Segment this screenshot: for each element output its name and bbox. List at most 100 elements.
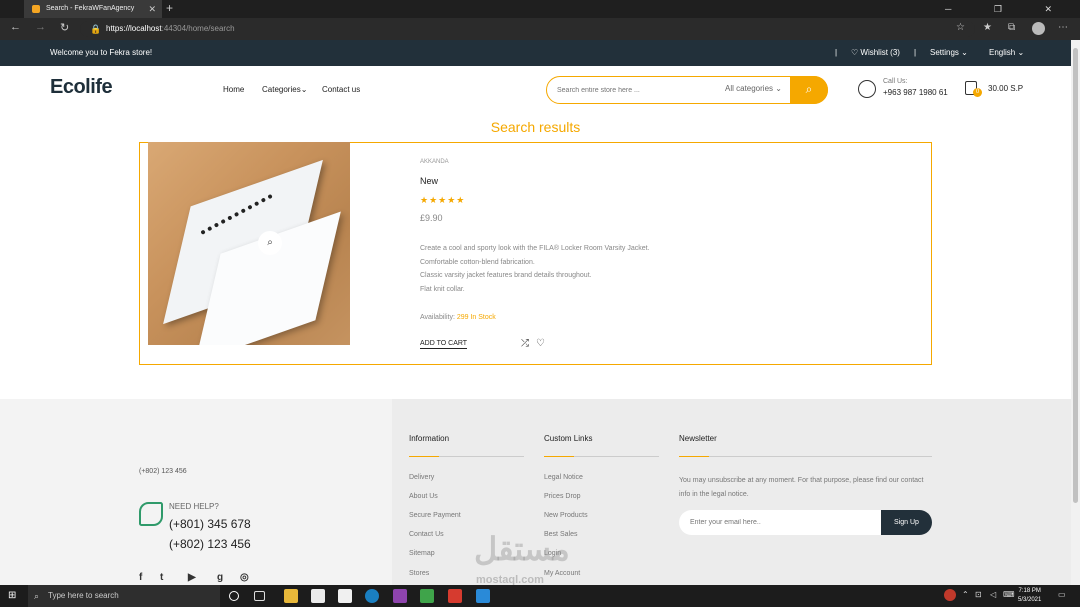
profile-avatar[interactable] — [1032, 22, 1045, 35]
language-dropdown[interactable]: English ⌄ — [989, 40, 1024, 66]
nav-categories-label: Categories — [262, 85, 301, 94]
call-number[interactable]: +963 987 1980 61 — [883, 88, 948, 97]
product-image[interactable]: ⌕ — [148, 142, 350, 345]
url-path: :44304/home/search — [161, 24, 235, 33]
taskbar-search-box[interactable]: ⌕ Type here to search — [28, 585, 220, 607]
footer-link-prices-drop[interactable]: Prices Drop — [544, 493, 581, 500]
product-brand[interactable]: Akkanda — [420, 159, 449, 165]
footer-link-about[interactable]: About Us — [409, 493, 438, 500]
zoom-icon[interactable]: ⌕ — [258, 231, 282, 255]
product-price: £9.90 — [420, 213, 443, 223]
availability-value: 299 In Stock — [456, 314, 496, 321]
mail-icon[interactable] — [338, 589, 352, 603]
language-tray-icon[interactable]: ⌨ — [1003, 590, 1015, 599]
new-tab-button[interactable]: + — [166, 0, 173, 17]
search-category-select[interactable]: All categories ⌄ — [725, 84, 782, 93]
footer-link-stores[interactable]: Stores — [409, 570, 429, 577]
nav-categories[interactable]: Categories⌄ — [262, 85, 307, 94]
footer-link-new-products[interactable]: New Products — [544, 512, 588, 519]
url-field[interactable]: 🔒 https://localhost:44304/home/search — [80, 21, 975, 37]
store-icon[interactable] — [311, 589, 325, 603]
os-taskbar: ⊞ ⌕ Type here to search — [0, 585, 1080, 607]
add-to-cart-button[interactable]: ADD TO CART — [420, 340, 468, 349]
window-controls[interactable]: ─ ❐ ✕ — [945, 0, 1072, 18]
wishlist-heart-icon[interactable]: ♡ — [536, 338, 545, 349]
site-favicon-icon — [32, 5, 40, 13]
app-icon[interactable] — [448, 589, 462, 603]
task-view-icon[interactable] — [254, 591, 265, 601]
chevron-down-icon: ⌄ — [1017, 48, 1025, 57]
notifications-icon[interactable]: ▭ — [1058, 590, 1066, 599]
clock-time: 7:18 PM — [1018, 588, 1041, 594]
page-title: Search results — [490, 119, 581, 135]
footer-phone-1[interactable]: (+801) 345 678 — [169, 517, 251, 531]
app-icon[interactable] — [420, 589, 434, 603]
site-top-bar: Welcome you to Fekra store! | ♡ Wishlist… — [0, 40, 1071, 66]
welcome-text: Welcome you to Fekra store! — [50, 48, 153, 57]
product-description-line: Classic varsity jacket features brand de… — [420, 272, 592, 279]
footer-phone-2[interactable]: (+802) 123 456 — [169, 537, 251, 551]
clock-date: 5/3/2021 — [1018, 597, 1042, 603]
browser-tab-bar: Search - FekraWFanAgency ✕ + ─ ❐ ✕ — [0, 0, 1080, 18]
footer-link-my-account[interactable]: My Account — [544, 570, 580, 577]
volume-icon[interactable]: ◁ — [990, 590, 996, 599]
footer-divider — [544, 456, 659, 457]
network-icon[interactable]: ⊡ — [975, 590, 982, 599]
call-label: Call Us: — [883, 78, 908, 85]
back-arrow-icon[interactable]: ← — [10, 21, 21, 33]
tray-chevron-up-icon[interactable]: ⌃ — [962, 590, 969, 599]
support-headset-icon — [858, 80, 876, 98]
close-tab-icon[interactable]: ✕ — [148, 0, 156, 18]
footer-custom-links-title: Custom Links — [544, 434, 593, 443]
footer-link-secure-payment[interactable]: Secure Payment — [409, 512, 461, 519]
user-tray-icon[interactable] — [944, 589, 956, 601]
tab-title: Search - FekraWFanAgency — [46, 5, 135, 12]
lock-icon: 🔒 — [90, 24, 102, 34]
cortana-icon[interactable] — [229, 591, 239, 601]
divider: | — [914, 48, 917, 57]
nav-home[interactable]: Home — [223, 85, 244, 94]
favorites-icon[interactable]: ★ — [983, 22, 992, 33]
facebook-icon[interactable]: f — [139, 572, 142, 583]
wishlist-link[interactable]: ♡ Wishlist (3) — [851, 40, 900, 66]
url-host: https://localhost — [106, 24, 162, 33]
store-logo[interactable]: Ecolife — [50, 76, 113, 99]
footer-divider — [409, 456, 524, 457]
favorite-star-icon[interactable]: ☆ — [956, 22, 965, 33]
twitter-icon[interactable]: t — [160, 572, 163, 583]
product-description-line: Create a cool and sporty look with the F… — [420, 245, 650, 252]
search-icon: ⌕ — [805, 81, 813, 96]
watermark-logo: مستقل — [474, 531, 570, 567]
browser-tab[interactable]: Search - FekraWFanAgency ✕ — [24, 0, 162, 18]
scrollbar-thumb[interactable] — [1073, 48, 1078, 503]
footer-link-legal[interactable]: Legal Notice — [544, 474, 583, 481]
sign-up-button[interactable]: Sign Up — [881, 510, 932, 535]
footer-link-delivery[interactable]: Delivery — [409, 474, 434, 481]
file-explorer-icon[interactable] — [284, 589, 298, 603]
product-name[interactable]: New — [420, 176, 438, 186]
settings-dropdown[interactable]: Settings ⌄ — [930, 40, 968, 66]
wishlist-label: Wishlist (3) — [860, 48, 900, 57]
footer-link-sitemap[interactable]: Sitemap — [409, 550, 435, 557]
footer-link-contact[interactable]: Contact Us — [409, 531, 444, 538]
visual-studio-icon[interactable] — [393, 589, 407, 603]
vscode-icon[interactable] — [476, 589, 490, 603]
need-help-label: NEED HELP? — [169, 502, 219, 511]
google-plus-icon[interactable]: g — [217, 572, 223, 583]
collections-icon[interactable]: ⧉ — [1008, 22, 1015, 33]
search-button[interactable]: ⌕ — [790, 75, 828, 104]
instagram-icon[interactable]: ◎ — [240, 572, 249, 583]
reload-icon[interactable]: ↻ — [60, 21, 69, 34]
nav-contact[interactable]: Contact us — [322, 85, 360, 94]
search-input[interactable] — [557, 83, 717, 97]
youtube-icon[interactable]: ▶ — [188, 572, 196, 583]
store-search-bar: All categories ⌄ ⌕ — [546, 75, 828, 104]
compare-shuffle-icon[interactable]: ⤮ — [521, 338, 529, 349]
newsletter-email-input[interactable] — [679, 510, 884, 535]
forward-arrow-icon[interactable]: → — [35, 21, 46, 33]
windows-start-icon[interactable]: ⊞ — [8, 590, 16, 601]
more-menu-icon[interactable]: ⋯ — [1058, 22, 1068, 33]
system-clock[interactable]: 7:18 PM 5/3/2021 — [1018, 587, 1041, 605]
product-description-line: Comfortable cotton-blend fabrication. — [420, 259, 535, 266]
edge-browser-icon[interactable] — [365, 589, 379, 603]
